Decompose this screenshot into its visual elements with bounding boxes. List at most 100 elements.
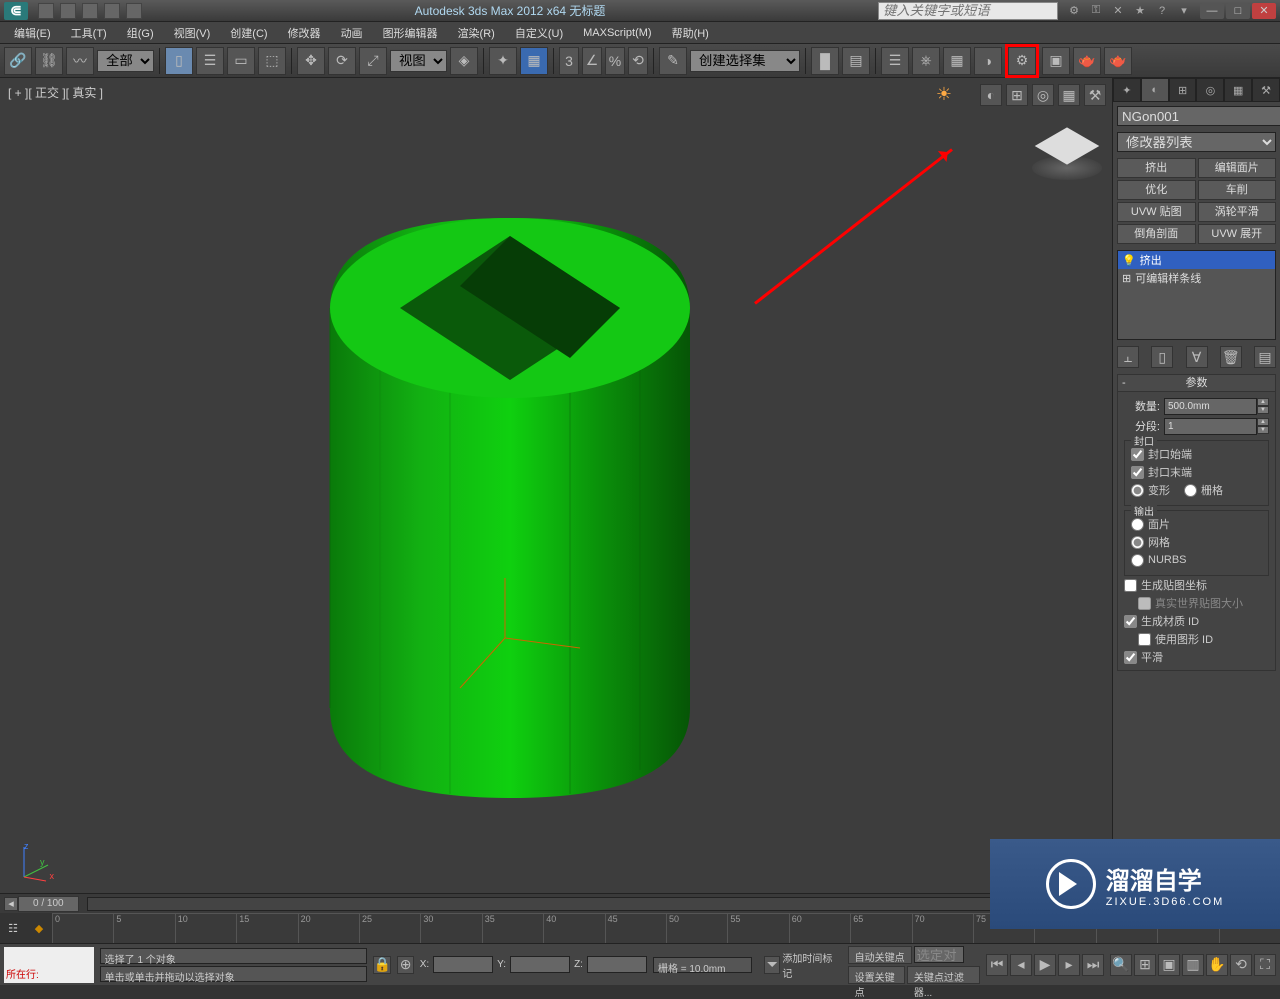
modifier-stack[interactable]: 💡挤出 ⊞可编辑样条线 [1117,250,1276,340]
close-button[interactable]: ✕ [1252,3,1276,19]
stack-item-extrude[interactable]: 💡挤出 [1118,251,1275,269]
render-prod-icon[interactable]: 🫖 [1104,47,1132,75]
select-name-icon[interactable]: ☰ [196,47,224,75]
menu-maxscript[interactable]: MAXScript(M) [573,27,661,39]
vp-tree-icon[interactable]: ⊞ [1006,84,1028,106]
amount-input[interactable] [1164,398,1257,415]
menu-render[interactable]: 渲染(R) [448,25,505,41]
smooth-check[interactable] [1124,651,1137,664]
tab-utilities-icon[interactable]: ⚒ [1252,78,1280,102]
menu-tools[interactable]: 工具(T) [61,25,117,41]
slider-prev[interactable]: ◂ [4,897,18,911]
help-icon[interactable]: ? [1154,3,1170,19]
amount-spinner[interactable]: ▲▼ [1257,398,1269,415]
btn-extrude[interactable]: 挤出 [1117,158,1196,178]
mirror-icon[interactable]: ▐▌ [811,47,839,75]
tab-create-icon[interactable]: ✦ [1113,78,1141,102]
play-icon[interactable]: ▶ [1034,954,1056,976]
prev-frame-icon[interactable]: ◂ [1010,954,1032,976]
btn-optimize[interactable]: 优化 [1117,180,1196,200]
btn-uvwunwrap[interactable]: UVW 展开 [1198,224,1277,244]
window-crossing-icon[interactable]: ⬚ [258,47,286,75]
bind-icon[interactable]: 〰 [66,47,94,75]
new-icon[interactable] [38,3,54,19]
exchange-icon[interactable]: ✕ [1110,3,1126,19]
menu-edit[interactable]: 编辑(E) [4,25,61,41]
keyboard-shortcut-icon[interactable]: ▦ [520,47,548,75]
setkey-button[interactable]: 设置关键点 [848,966,905,984]
render-frame-icon[interactable]: ▣ [1042,47,1070,75]
menu-modifiers[interactable]: 修改器 [278,25,331,41]
minimize-button[interactable]: ― [1200,3,1224,19]
material-editor-icon[interactable]: ◑ [974,47,1002,75]
remove-mod-icon[interactable]: 🗑 [1220,346,1242,368]
star-icon[interactable]: ★ [1132,3,1148,19]
maximize-button[interactable]: □ [1226,3,1250,19]
nurbs-radio[interactable] [1131,554,1144,567]
vp-hammer-icon[interactable]: ⚒ [1084,84,1106,106]
lock-icon[interactable]: 🔒 [373,956,391,974]
named-sel-select[interactable]: 创建选择集 [690,50,800,72]
edit-named-sel-icon[interactable]: ✎ [659,47,687,75]
segments-input[interactable] [1164,418,1257,435]
btn-uvwmap[interactable]: UVW 贴图 [1117,202,1196,222]
save-icon[interactable] [82,3,98,19]
btn-editpatch[interactable]: 编辑面片 [1198,158,1277,178]
addtime-label[interactable]: 添加时间标记 [782,950,835,980]
selection-filter-select[interactable]: 全部 [97,50,154,72]
fov-icon[interactable]: ▥ [1182,954,1204,976]
gen-uv-check[interactable] [1124,579,1137,592]
patch-radio[interactable] [1131,518,1144,531]
gen-matid-check[interactable] [1124,615,1137,628]
stack-item-spline[interactable]: ⊞可编辑样条线 [1118,269,1275,287]
object-name-input[interactable] [1117,106,1280,126]
keyfilter-button[interactable]: 关键点过滤器... [907,966,980,984]
app-menu-icon[interactable]: ⋐ [4,2,28,20]
render-icon[interactable]: 🫖 [1073,47,1101,75]
tab-hierarchy-icon[interactable]: ⊞ [1169,78,1197,102]
z-input[interactable] [587,956,647,973]
render-setup-icon[interactable]: ⚙ [1008,47,1036,75]
vp-globe-icon[interactable]: ◎ [1032,84,1054,106]
viewport[interactable]: [ + ][ 正交 ][ 真实 ] ☀ ◐ ⊞ ◎ ▦ ⚒ [0,78,1112,893]
tab-display-icon[interactable]: ▦ [1224,78,1252,102]
grid-radio[interactable] [1184,484,1197,497]
angle-snap-icon[interactable]: ∠ [582,47,602,75]
segments-spinner[interactable]: ▲▼ [1257,418,1269,435]
coord-mode-icon[interactable]: ⊕ [397,956,413,974]
align-icon[interactable]: ▤ [842,47,870,75]
zoom-ext-icon[interactable]: ▣ [1158,954,1180,976]
trackbar-key-icon[interactable]: ◆ [26,913,52,943]
maxview-icon[interactable]: ⛶ [1254,954,1276,976]
rect-region-icon[interactable]: ▭ [227,47,255,75]
percent-snap-icon[interactable]: % [605,47,625,75]
zoom-icon[interactable]: 🔍 [1110,954,1132,976]
redo-icon[interactable] [126,3,142,19]
link-icon[interactable]: 🔗 [4,47,32,75]
use-shapeid-check[interactable] [1138,633,1151,646]
schematic-icon[interactable]: ▦ [943,47,971,75]
rotate-icon[interactable]: ⟳ [328,47,356,75]
vp-safe-icon[interactable]: ▦ [1058,84,1080,106]
snap-3-icon[interactable]: 3 [559,47,579,75]
time-tag-icon[interactable]: ⏷ [764,956,780,974]
menu-grapheditors[interactable]: 图形编辑器 [373,25,448,41]
key-icon[interactable]: ⚿ [1088,3,1104,19]
curve-editor-icon[interactable]: ⎈ [912,47,940,75]
tab-motion-icon[interactable]: ◎ [1196,78,1224,102]
pin-stack-icon[interactable]: ⫠ [1117,346,1139,368]
viewport-label[interactable]: [ + ][ 正交 ][ 真实 ] [8,84,103,101]
spinner-snap-icon[interactable]: ⟲ [628,47,648,75]
goto-end-icon[interactable]: ⏭ [1082,954,1104,976]
menu-view[interactable]: 视图(V) [164,25,221,41]
y-input[interactable] [510,956,570,973]
trackbar-toggle-icon[interactable]: ☷ [0,913,26,943]
configure-icon[interactable]: ▤ [1254,346,1276,368]
time-slider-handle[interactable]: 0 / 100 [18,896,79,912]
viewcube[interactable] [1032,118,1102,188]
pan-icon[interactable]: ✋ [1206,954,1228,976]
scene-object[interactable] [280,158,730,838]
mesh-radio[interactable] [1131,536,1144,549]
goto-start-icon[interactable]: ⏮ [986,954,1008,976]
btn-turbosmooth[interactable]: 涡轮平滑 [1198,202,1277,222]
